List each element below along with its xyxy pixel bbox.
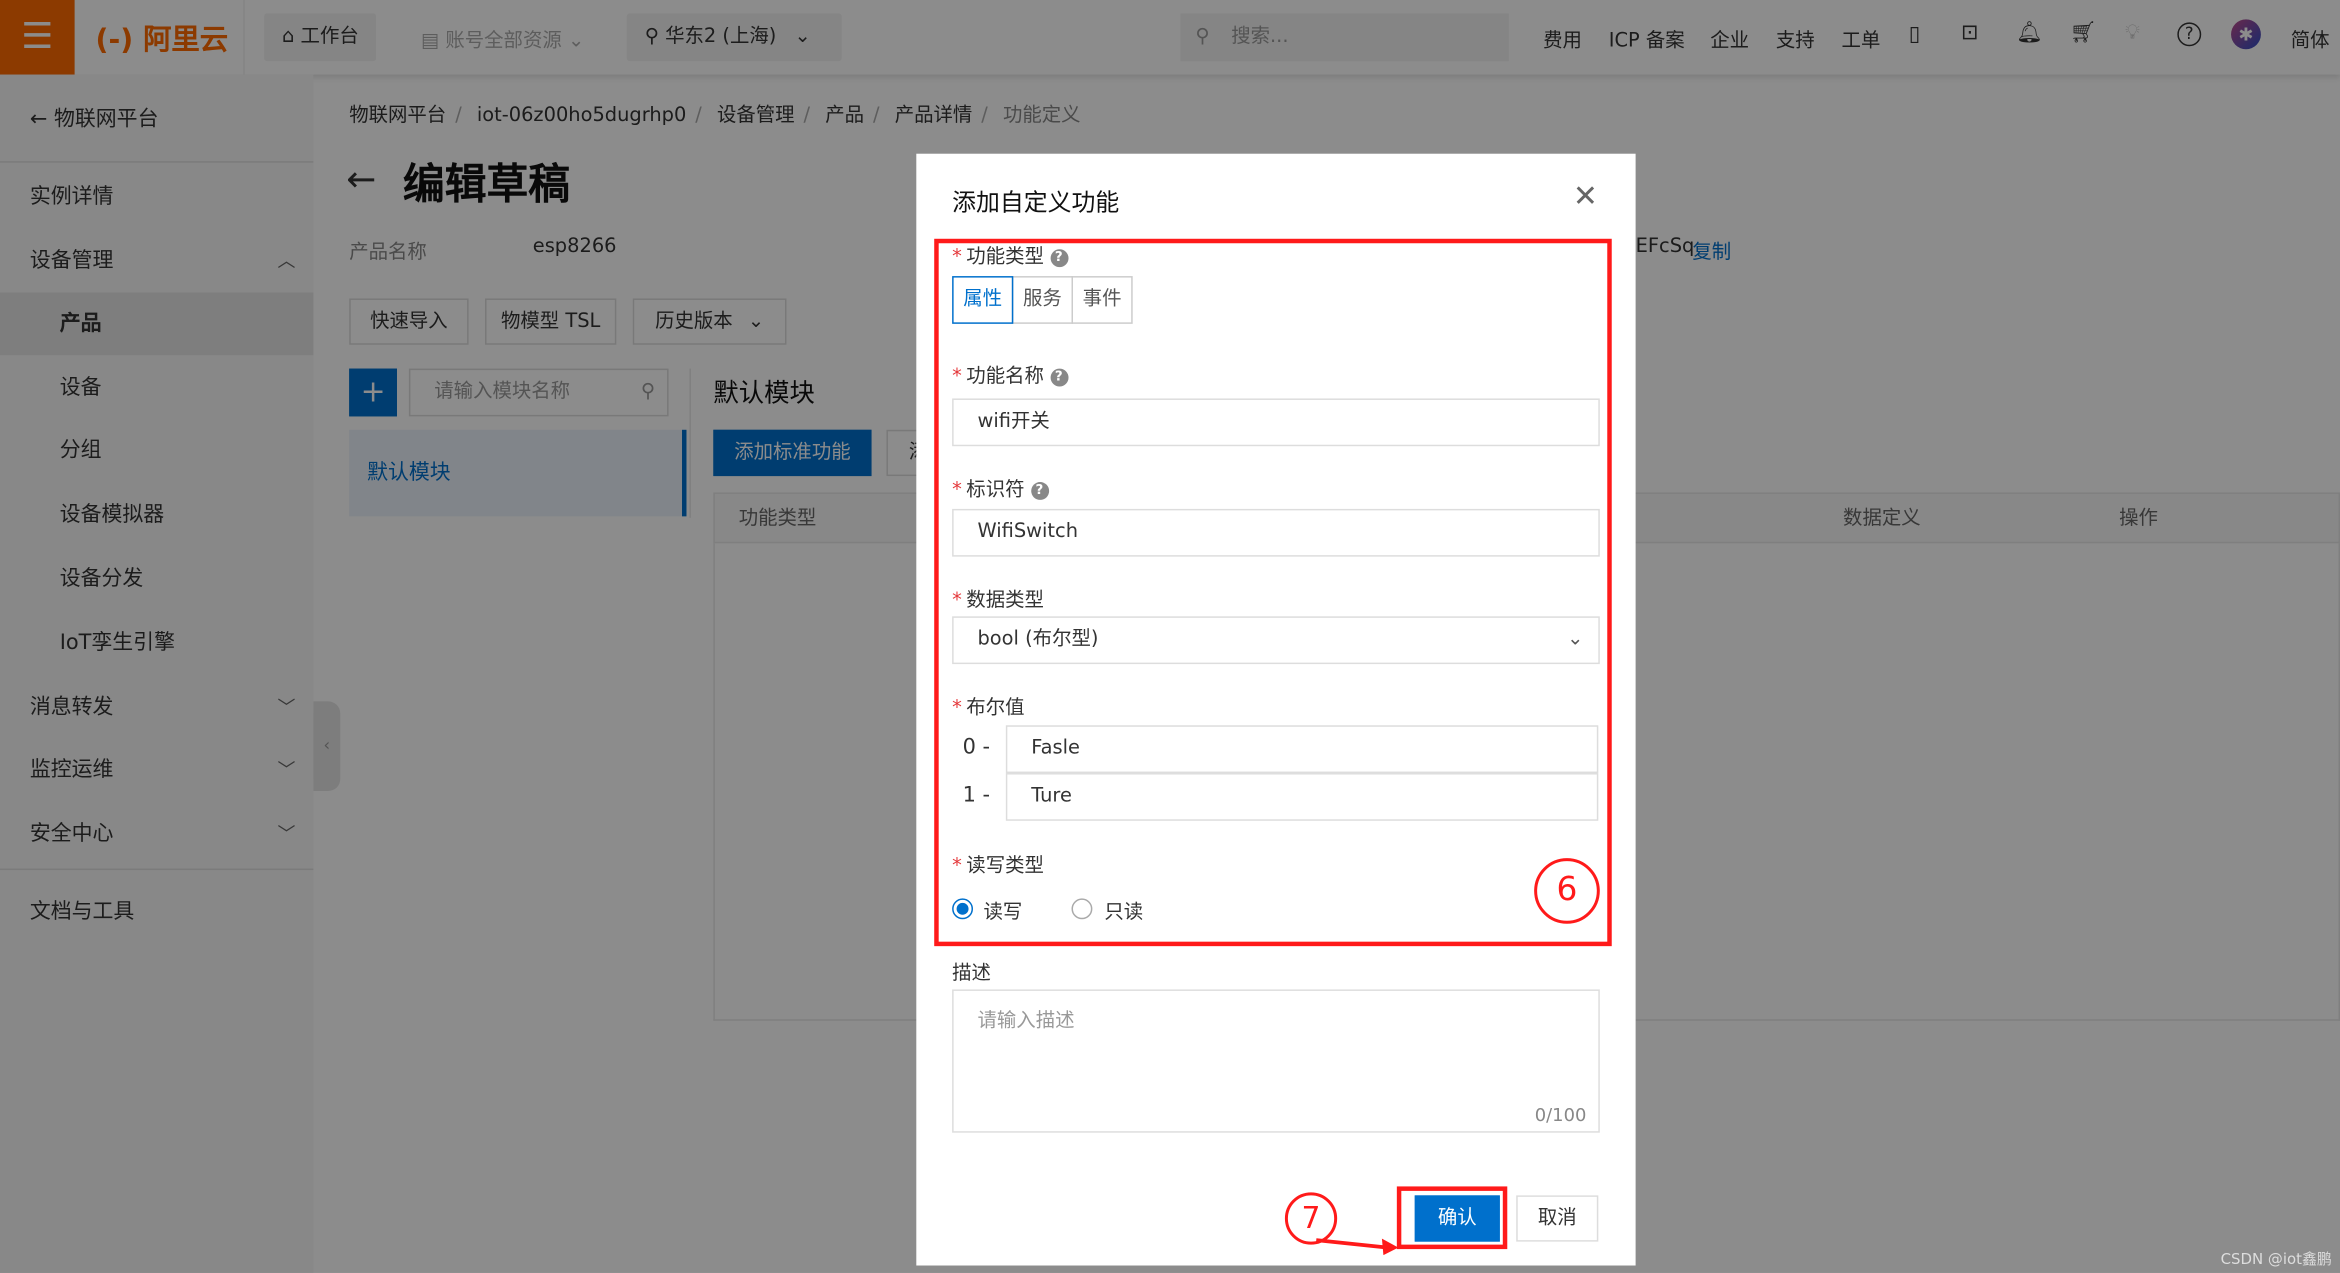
cancel-button[interactable]: 取消 (1516, 1195, 1599, 1242)
type-property-tab[interactable]: 属性 (952, 276, 1014, 324)
watermark: CSDN @iot鑫鹏 (2220, 1252, 2332, 1269)
char-counter: 0/100 (1534, 1104, 1587, 1126)
description-textarea[interactable]: 请输入描述 0/100 (952, 989, 1600, 1133)
annotation-step-6: 6 (1534, 858, 1600, 924)
stage: ☰ (-) 阿里云 ⌂ 工作台 ▤ 账号全部资源 ⌄ ⚲ 华东2 (上海) ⌄ … (0, 0, 2340, 1273)
annotation-box-confirm (1396, 1186, 1508, 1250)
close-icon[interactable]: ✕ (1573, 178, 1598, 214)
annotation-arrow-icon (1316, 1238, 1399, 1256)
placeholder: 请输入描述 (977, 1010, 1075, 1033)
description-label: 描述 (952, 962, 991, 985)
dialog-title: 添加自定义功能 (952, 188, 1120, 217)
annotation-box-fields (934, 238, 1612, 947)
